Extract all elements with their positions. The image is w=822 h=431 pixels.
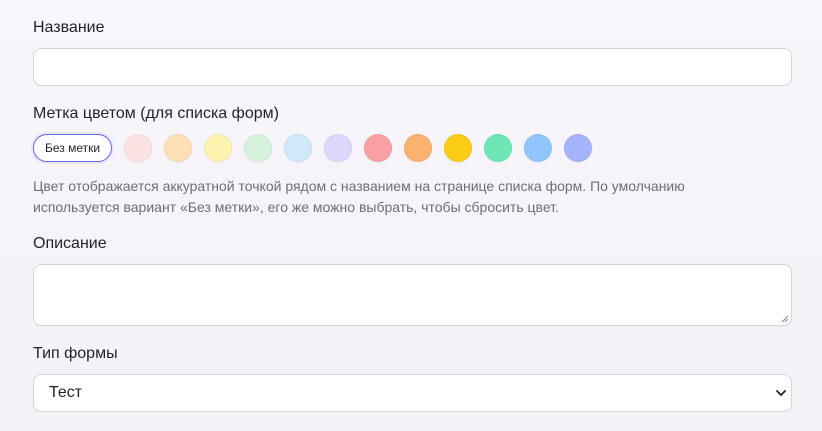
- chevron-down-icon: [776, 390, 786, 396]
- swatch-green-light[interactable]: [244, 134, 273, 162]
- resize-handle-icon[interactable]: [781, 315, 789, 323]
- swatch-green[interactable]: [484, 134, 513, 162]
- description-label: Описание: [33, 235, 107, 252]
- name-label: Название: [33, 19, 105, 36]
- swatch-blue[interactable]: [524, 134, 553, 162]
- swatch-pink-light[interactable]: [124, 134, 153, 162]
- description-textarea[interactable]: [33, 264, 792, 326]
- swatch-orange[interactable]: [404, 134, 433, 162]
- name-input[interactable]: [33, 48, 792, 86]
- swatch-orange-light[interactable]: [164, 134, 193, 162]
- color-mark-label: Метка цветом (для списка форм): [33, 105, 279, 122]
- color-mark-hint: Цвет отображается аккуратной точкой рядо…: [33, 178, 685, 215]
- no-mark-button[interactable]: Без метки: [33, 134, 113, 162]
- swatch-yellow[interactable]: [444, 134, 473, 162]
- color-swatch-group: Без метки: [33, 134, 604, 162]
- form-type-label: Тип формы: [33, 345, 118, 362]
- swatch-yellow-light[interactable]: [204, 134, 233, 162]
- form-type-selected-value: Тест: [49, 384, 83, 401]
- swatch-blue-light[interactable]: [284, 134, 313, 162]
- form-type-select[interactable]: Тест: [33, 374, 792, 412]
- swatch-lavender-light[interactable]: [324, 134, 353, 162]
- swatch-red[interactable]: [364, 134, 393, 162]
- swatch-indigo[interactable]: [564, 134, 593, 162]
